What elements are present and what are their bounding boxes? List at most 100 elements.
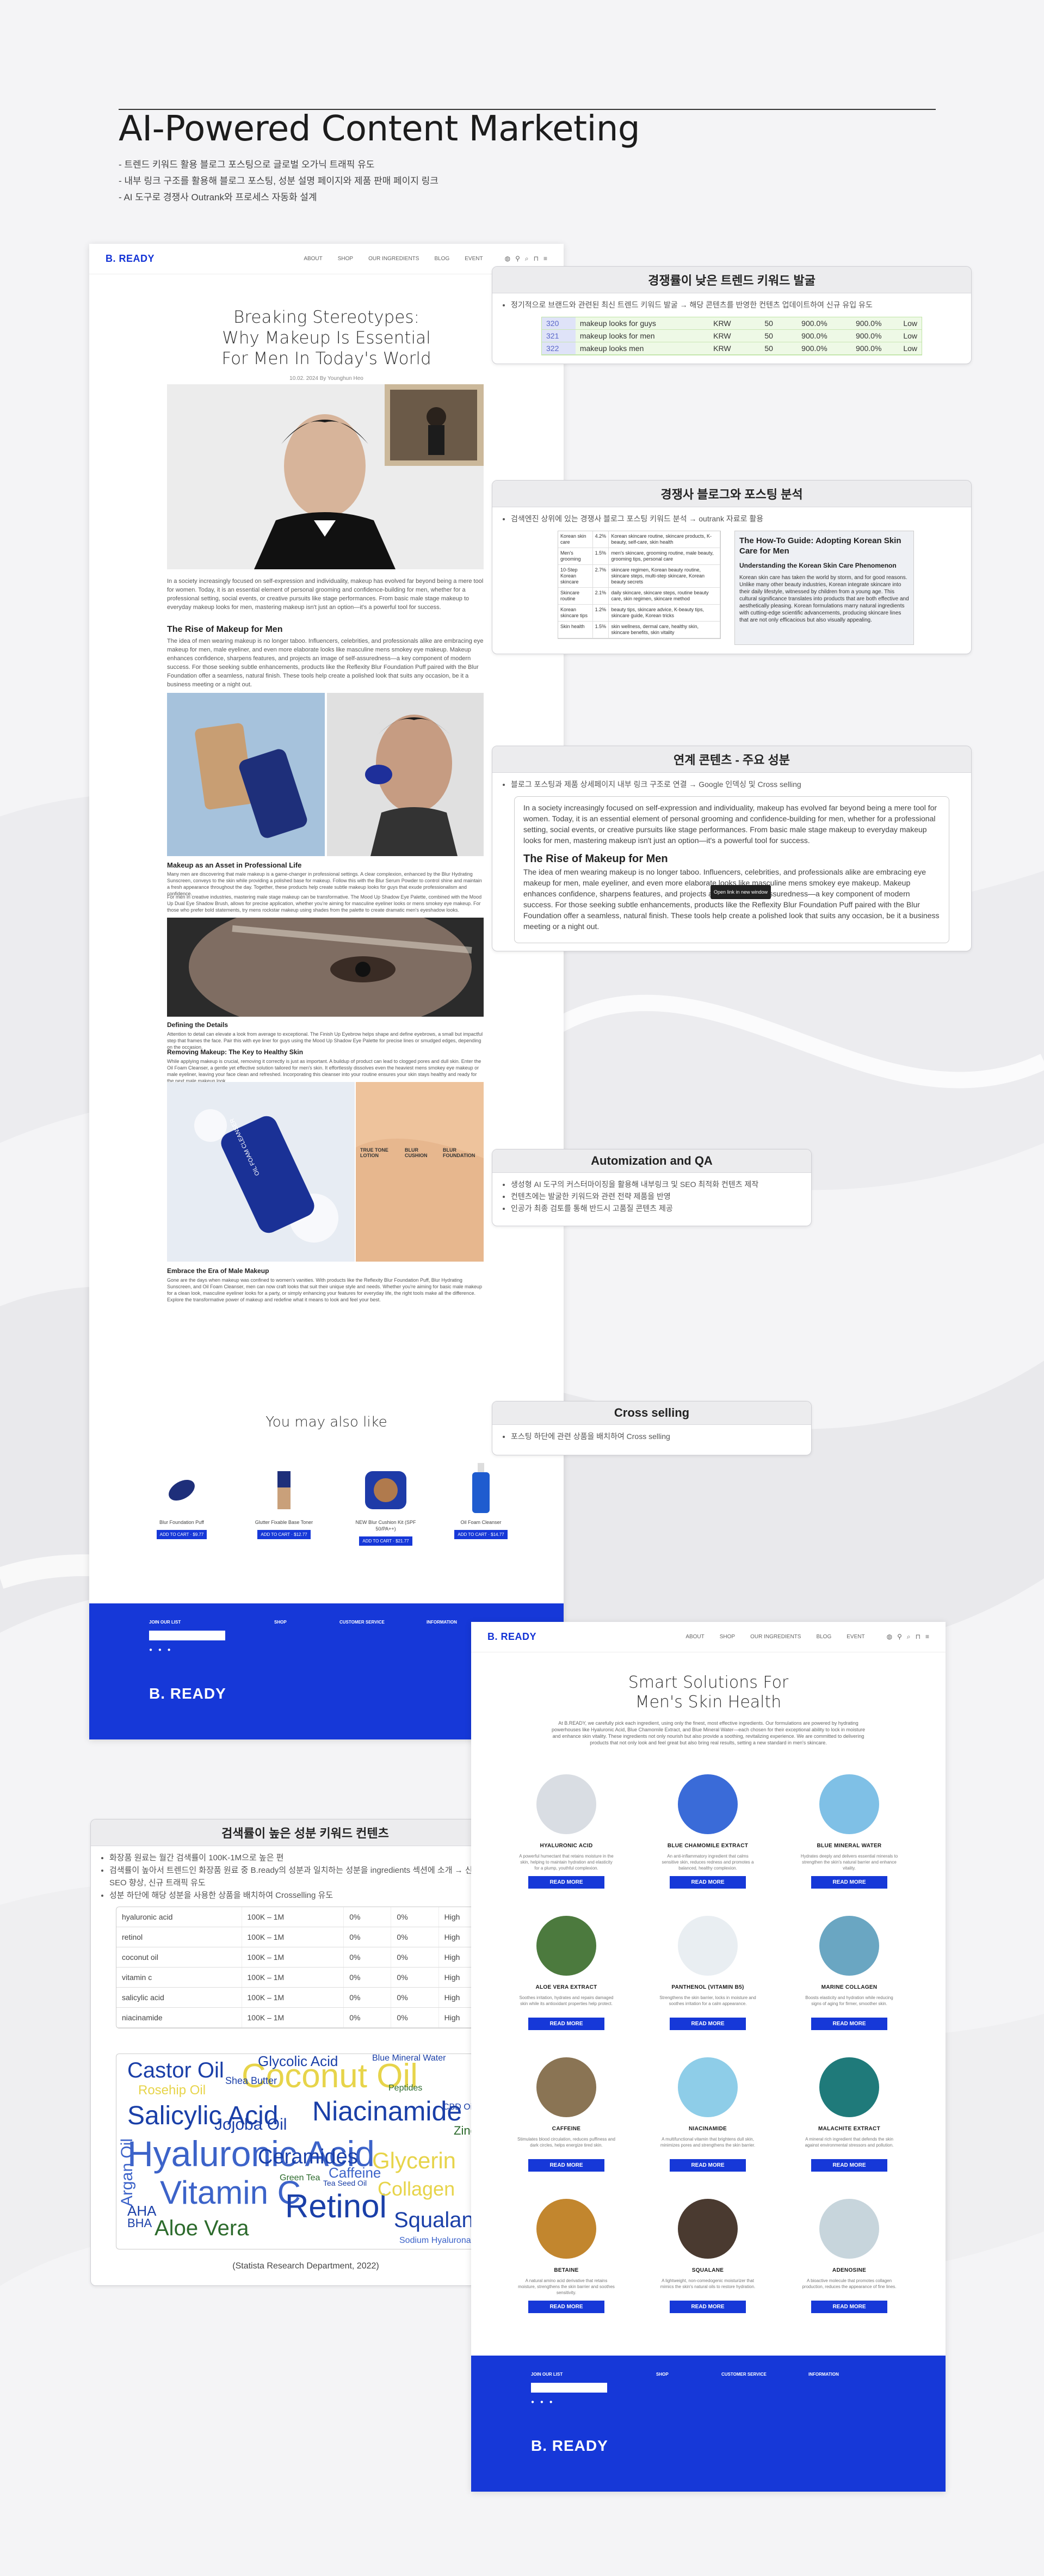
card-bullet: 검색률이 높아서 트렌드인 화장품 원료 중 B.ready의 성분과 일치하는… (109, 1864, 510, 1889)
user-icon[interactable]: ⚲ (897, 1633, 902, 1641)
s4-text: While applying makeup is crucial, removi… (167, 1059, 481, 1084)
wordcloud-term: Niacinamide (312, 2096, 462, 2126)
nav-links: ABOUT SHOP OUR INGREDIENTS BLOG EVENT (304, 256, 483, 262)
ingredient-card[interactable]: ADENOSINE A bioactive molecule that promo… (800, 2199, 898, 2313)
bag-icon[interactable]: ⊓ (916, 1633, 921, 1641)
nav-item-shop[interactable]: SHOP (720, 1634, 735, 1640)
bag-icon[interactable]: ⊓ (534, 255, 539, 263)
nav-item-blog[interactable]: BLOG (434, 256, 449, 262)
ingredient-name: BLUE CHAMOMILE EXTRACT (667, 1843, 749, 1849)
nav-item-shop[interactable]: SHOP (338, 256, 353, 262)
competitor-cell: 2.1% (593, 588, 609, 604)
ingredient-card[interactable]: HYALURONIC ACID A powerful humectant that… (517, 1774, 615, 1889)
product-card[interactable]: NEW Blur Cushion Kit (SPF 50/PA++) ADD T… (350, 1460, 421, 1546)
read-more-button[interactable]: READ MORE (670, 2018, 746, 2030)
wordcloud-term: Argan Oil (118, 2138, 136, 2206)
keyword-cell: 900.0% (831, 317, 886, 330)
globe-icon[interactable]: ◍ (505, 255, 510, 263)
article-title: The How-To Guide: Adopting Korean Skin C… (739, 536, 901, 556)
excerpt-intro: In a society increasingly focused on sel… (523, 803, 937, 845)
site-logo[interactable]: B. READY (487, 1631, 536, 1643)
ingredient-description: A lightweight, non-comedogenic moisturiz… (660, 2278, 756, 2289)
read-more-button[interactable]: READ MORE (811, 2159, 887, 2172)
site-logo[interactable]: B. READY (106, 253, 155, 265)
search-icon[interactable]: ⌕ (907, 1633, 911, 1641)
product-card[interactable]: Glutter Fixable Base Toner ADD TO CART ·… (251, 1460, 317, 1539)
nav-item-about[interactable]: ABOUT (685, 1634, 704, 1640)
footer-col-title: SHOP (274, 1620, 287, 1625)
ingredient-card[interactable]: MARINE COLLAGEN Boosts elasticity and hyd… (800, 1916, 898, 2030)
section-heading: Embrace the Era of Male Makeup (167, 1267, 269, 1275)
ingredient-keyword-cell: 0% (391, 1987, 439, 2008)
ingredient-image (819, 1774, 879, 1834)
read-more-button[interactable]: READ MORE (811, 1876, 887, 1889)
nav-item-ingredients[interactable]: OUR INGREDIENTS (368, 256, 419, 262)
ingredient-keyword-cell: 100K – 1M (242, 1967, 344, 1988)
keyword-cell: 320 (542, 317, 576, 330)
product-image (155, 1460, 209, 1515)
deck-bullet: - AI 도구로 경쟁사 Outrank와 프로세스 자동화 설계 (119, 192, 317, 202)
ingredient-keyword-cell: 0% (391, 1927, 439, 1947)
ingredient-keyword-cell: 0% (343, 1987, 392, 2008)
ingredient-card[interactable]: PANTHENOL (VITAMIN B5) Strengthens the sk… (659, 1916, 757, 2030)
user-icon[interactable]: ⚲ (515, 255, 520, 263)
ingredient-keyword-table: hyaluronic acid 100K – 1M 0% 0% High retinol 1… (116, 1907, 497, 2028)
product-card[interactable]: Oil Foam Cleanser ADD TO CART · $14.77 (448, 1460, 514, 1539)
ingredient-image (536, 1916, 596, 1976)
read-more-button[interactable]: READ MORE (528, 2301, 604, 2313)
read-more-button[interactable]: READ MORE (528, 2159, 604, 2172)
read-more-button[interactable]: READ MORE (528, 2018, 604, 2030)
competitor-row: Men's grooming 1.5% men's skincare, groomi… (558, 548, 720, 565)
ingredient-keyword-cell: 0% (343, 1907, 392, 1927)
search-icon[interactable]: ⌕ (525, 255, 529, 263)
ingredient-card[interactable]: CAFFEINE Stimulates blood circulation, re… (517, 2057, 615, 2172)
product-card[interactable]: Blur Foundation Puff ADD TO CART · $9.77 (149, 1460, 214, 1539)
ingredient-keyword-cell: coconut oil (116, 1947, 242, 1968)
nav-item-blog[interactable]: BLOG (816, 1634, 831, 1640)
newsletter-input[interactable] (149, 1631, 225, 1640)
read-more-button[interactable]: READ MORE (670, 2159, 746, 2172)
nav-item-about[interactable]: ABOUT (304, 256, 322, 262)
card-ingredient-keywords: 검색률이 높은 성분 키워드 컨텐츠 화장품 원료는 월간 검색률이 100K-… (90, 1819, 520, 2286)
ingredient-card[interactable]: MALACHITE EXTRACT A mineral rich ingredie… (800, 2057, 898, 2172)
add-to-cart-button[interactable]: ADD TO CART · $14.77 (454, 1530, 508, 1539)
ingredient-description: A bioactive molecule that promotes colla… (802, 2278, 897, 2289)
ingredient-name: CAFFEINE (552, 2126, 581, 2132)
read-more-button[interactable]: READ MORE (670, 1876, 746, 1889)
ingredient-image (678, 1774, 738, 1834)
read-more-button[interactable]: READ MORE (528, 1876, 604, 1889)
ingredient-keyword-row: vitamin c 100K – 1M 0% 0% High (116, 1967, 496, 1988)
section-text: For men in creative industries, masterin… (167, 894, 484, 913)
ingredient-card[interactable]: BLUE CHAMOMILE EXTRACT An anti-inflammato… (659, 1774, 757, 1889)
add-to-cart-button[interactable]: ADD TO CART · $21.77 (359, 1536, 412, 1546)
nav-item-event[interactable]: EVENT (847, 1634, 864, 1640)
ingredient-card[interactable]: SQUALANE A lightweight, non-comedogenic m… (659, 2199, 757, 2313)
ingredient-keyword-cell: 0% (343, 2007, 392, 2028)
add-to-cart-button[interactable]: ADD TO CART · $9.77 (156, 1530, 207, 1539)
competitor-row: Korean skin care 4.2% Korean skincare rout… (558, 531, 720, 548)
deck-bullet: - 내부 링크 구조를 활용해 블로그 포스팅, 성분 설명 페이지와 제품 판… (119, 176, 438, 186)
keyword-cell: KRW (709, 342, 751, 355)
ingredient-card[interactable]: BLUE MINERAL WATER Hydrates deeply and de… (800, 1774, 898, 1889)
menu-icon[interactable]: ≡ (543, 255, 547, 263)
keyword-cell: 50 (750, 317, 777, 330)
ingredient-card[interactable]: BETAINE A natural amino acid derivative t… (517, 2199, 615, 2313)
nav-item-ingredients[interactable]: OUR INGREDIENTS (750, 1634, 801, 1640)
card-bullet: 검색엔진 상위에 있는 경쟁사 블로그 포스팅 키워드 분석 → outrank… (511, 513, 961, 525)
globe-icon[interactable]: ◍ (887, 1633, 892, 1641)
ingredient-card[interactable]: NIACINAMIDE A multifunctional vitamin tha… (659, 2057, 757, 2172)
read-more-button[interactable]: READ MORE (670, 2301, 746, 2313)
newsletter-input[interactable] (531, 2383, 607, 2393)
add-to-cart-button[interactable]: ADD TO CART · $12.77 (257, 1530, 311, 1539)
keyword-cell: 322 (542, 342, 576, 355)
social-icons[interactable]: ● ● ● (531, 2399, 555, 2405)
read-more-button[interactable]: READ MORE (811, 2301, 887, 2313)
menu-icon[interactable]: ≡ (925, 1633, 929, 1641)
ingredient-name: ALOE VERA EXTRACT (535, 1984, 597, 1990)
read-more-button[interactable]: READ MORE (811, 2018, 887, 2030)
competitor-cell: Korean skincare routine, skincare produc… (609, 531, 720, 548)
social-icons[interactable]: ● ● ● (149, 1647, 173, 1653)
ingredient-description: Hydrates deeply and delivers essential m… (800, 1854, 898, 1871)
ingredient-card[interactable]: ALOE VERA EXTRACT Soothes irritation, hyd… (517, 1916, 615, 2030)
nav-item-event[interactable]: EVENT (465, 256, 483, 262)
